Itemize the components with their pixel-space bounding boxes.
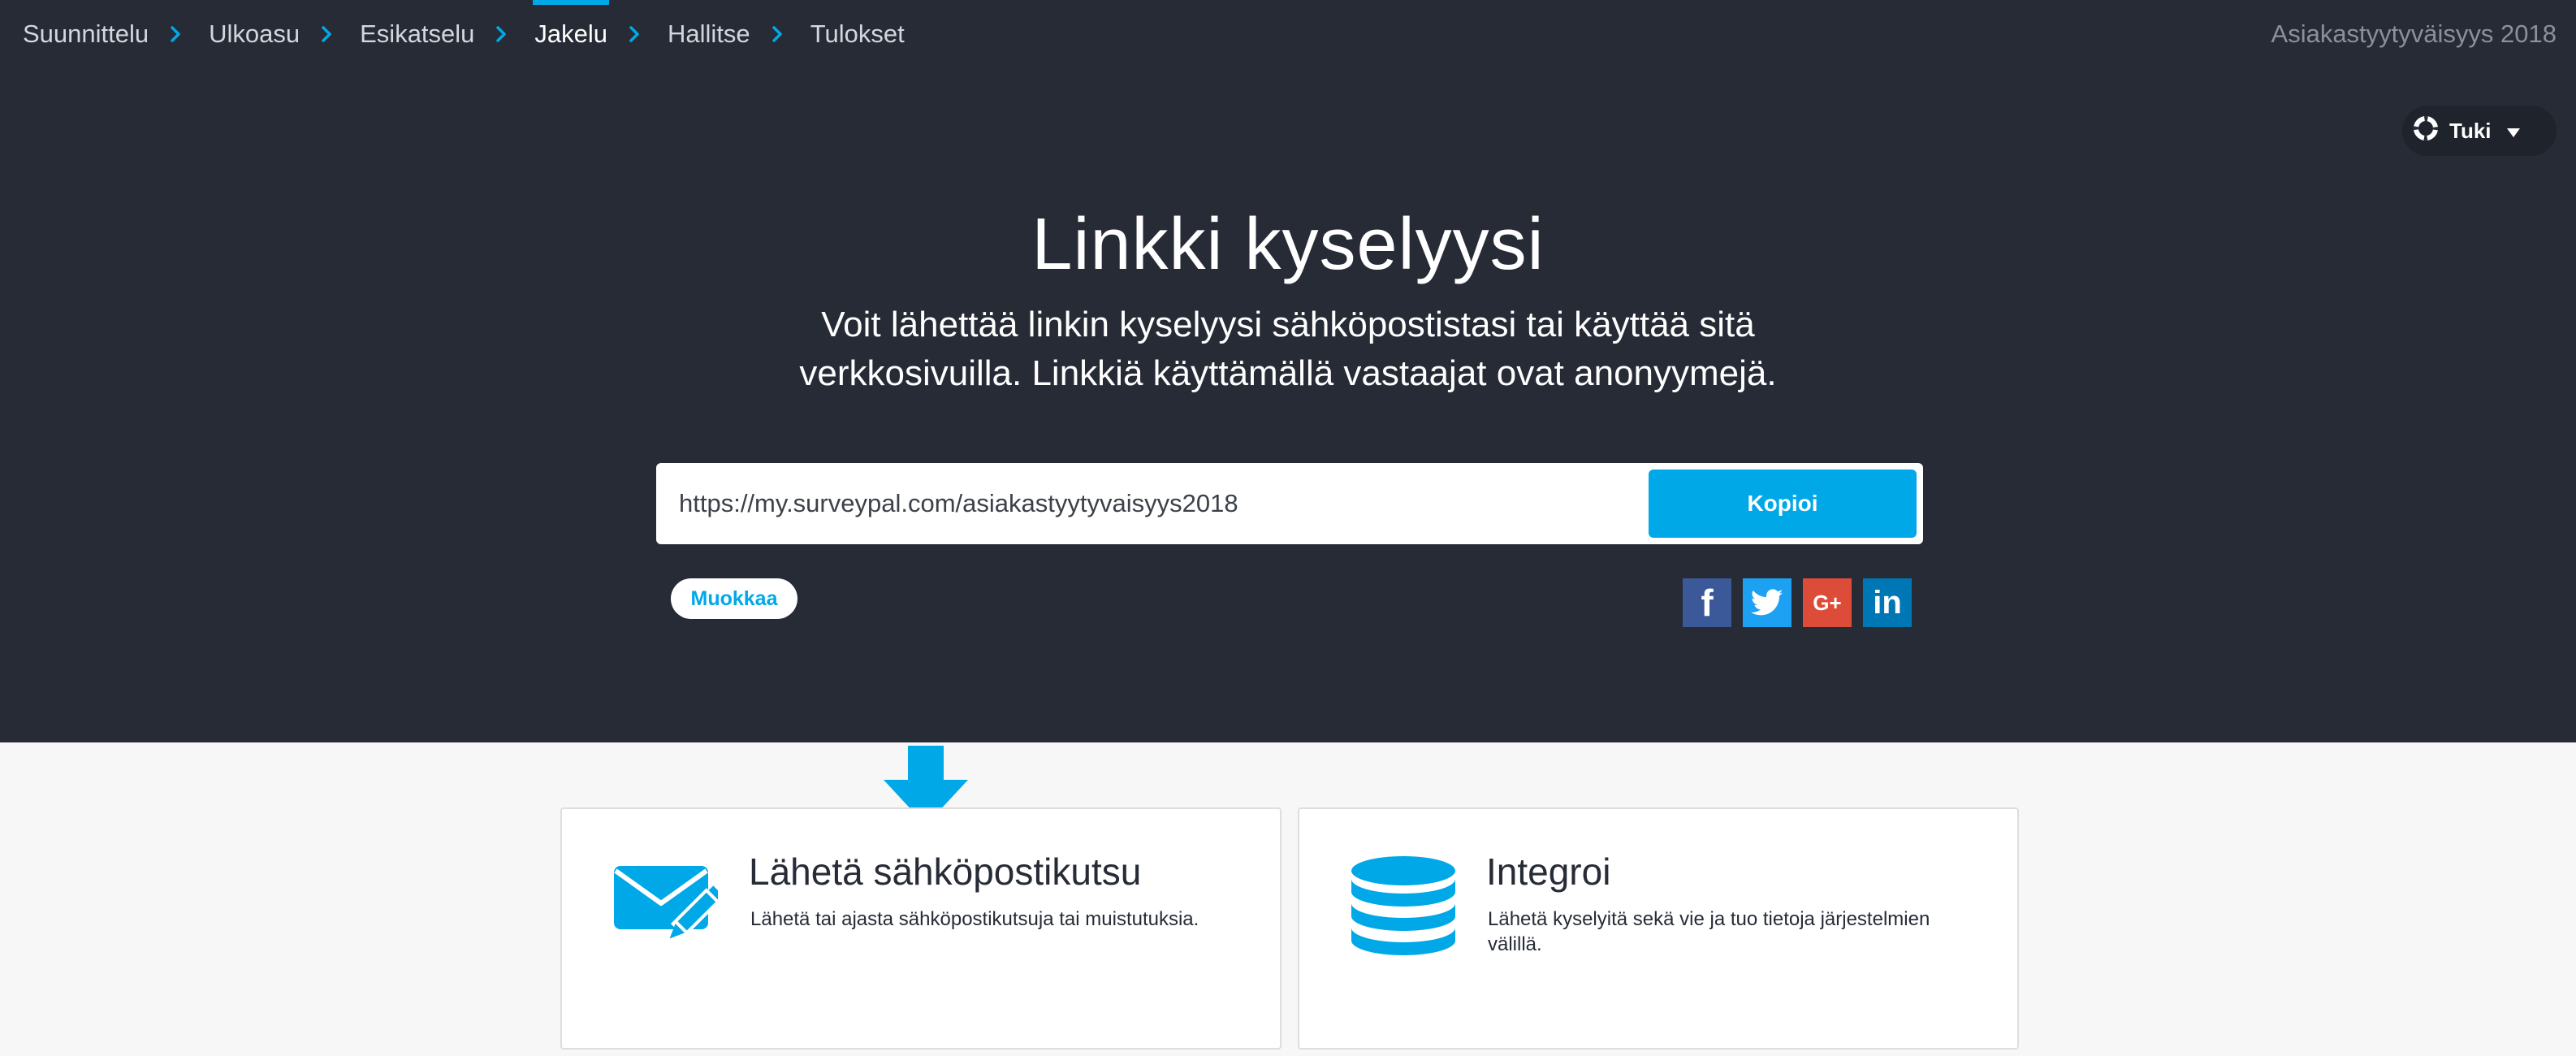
step-jakelu[interactable]: Jakelu — [533, 0, 609, 68]
card-description: Lähetä tai ajasta sähköpostikutsuja tai … — [750, 908, 1199, 930]
caret-down-icon — [2506, 119, 2521, 144]
google-plus-icon[interactable]: G+ — [1803, 578, 1852, 627]
linkedin-icon[interactable]: in — [1863, 578, 1912, 627]
survey-link-field[interactable] — [677, 463, 1627, 544]
integrate-card[interactable]: Integroi Lähetä kyselyitä sekä vie ja tu… — [1298, 807, 2019, 1050]
chevron-right-icon — [163, 0, 188, 68]
database-icon — [1350, 855, 1455, 957]
facebook-icon[interactable]: f — [1683, 578, 1731, 627]
copy-button[interactable]: Kopioi — [1649, 470, 1917, 538]
step-ulkoasu[interactable]: Ulkoasu — [209, 0, 300, 68]
envelope-pencil-icon — [612, 855, 723, 957]
survey-name: Asiakastyytyväisyys 2018 — [2271, 19, 2557, 48]
card-description: Lähetä kyselyitä sekä vie ja tuo tietoja… — [1488, 908, 1930, 955]
share-link-section: Tuki Linkki kyselyysi Voit lähettää link… — [0, 68, 2576, 742]
send-email-invitation-card[interactable]: Lähetä sähköpostikutsu Lähetä tai ajasta… — [560, 807, 1282, 1050]
step-esikatselu[interactable]: Esikatselu — [360, 0, 474, 68]
step-breadcrumb: Suunnittelu Ulkoasu Esikatselu Jakelu Ha… — [23, 0, 905, 68]
chevron-right-icon — [489, 0, 513, 68]
chevron-right-icon — [622, 0, 646, 68]
step-tulokset[interactable]: Tulokset — [810, 0, 905, 68]
edit-link-button[interactable]: Muokkaa — [671, 578, 797, 619]
step-suunnittelu[interactable]: Suunnittelu — [23, 0, 149, 68]
page-title: Linkki kyselyysi — [1031, 204, 1545, 285]
twitter-icon[interactable] — [1743, 578, 1792, 627]
help-label: Tuki — [2449, 118, 2492, 143]
chevron-right-icon — [765, 0, 789, 68]
survey-link-box: Kopioi — [656, 463, 1923, 544]
lifebuoy-icon — [2414, 115, 2438, 146]
help-button[interactable]: Tuki — [2402, 106, 2557, 156]
social-share-buttons: f G+ in — [1683, 578, 1912, 627]
page-description: Voit lähettää linkin kyselyysi sähköpost… — [799, 305, 1777, 393]
card-title: Lähetä sähköpostikutsu — [749, 850, 1142, 893]
top-nav: Suunnittelu Ulkoasu Esikatselu Jakelu Ha… — [0, 0, 2576, 68]
card-title: Integroi — [1486, 850, 1611, 893]
chevron-right-icon — [314, 0, 339, 68]
step-hallitse[interactable]: Hallitse — [668, 0, 750, 68]
